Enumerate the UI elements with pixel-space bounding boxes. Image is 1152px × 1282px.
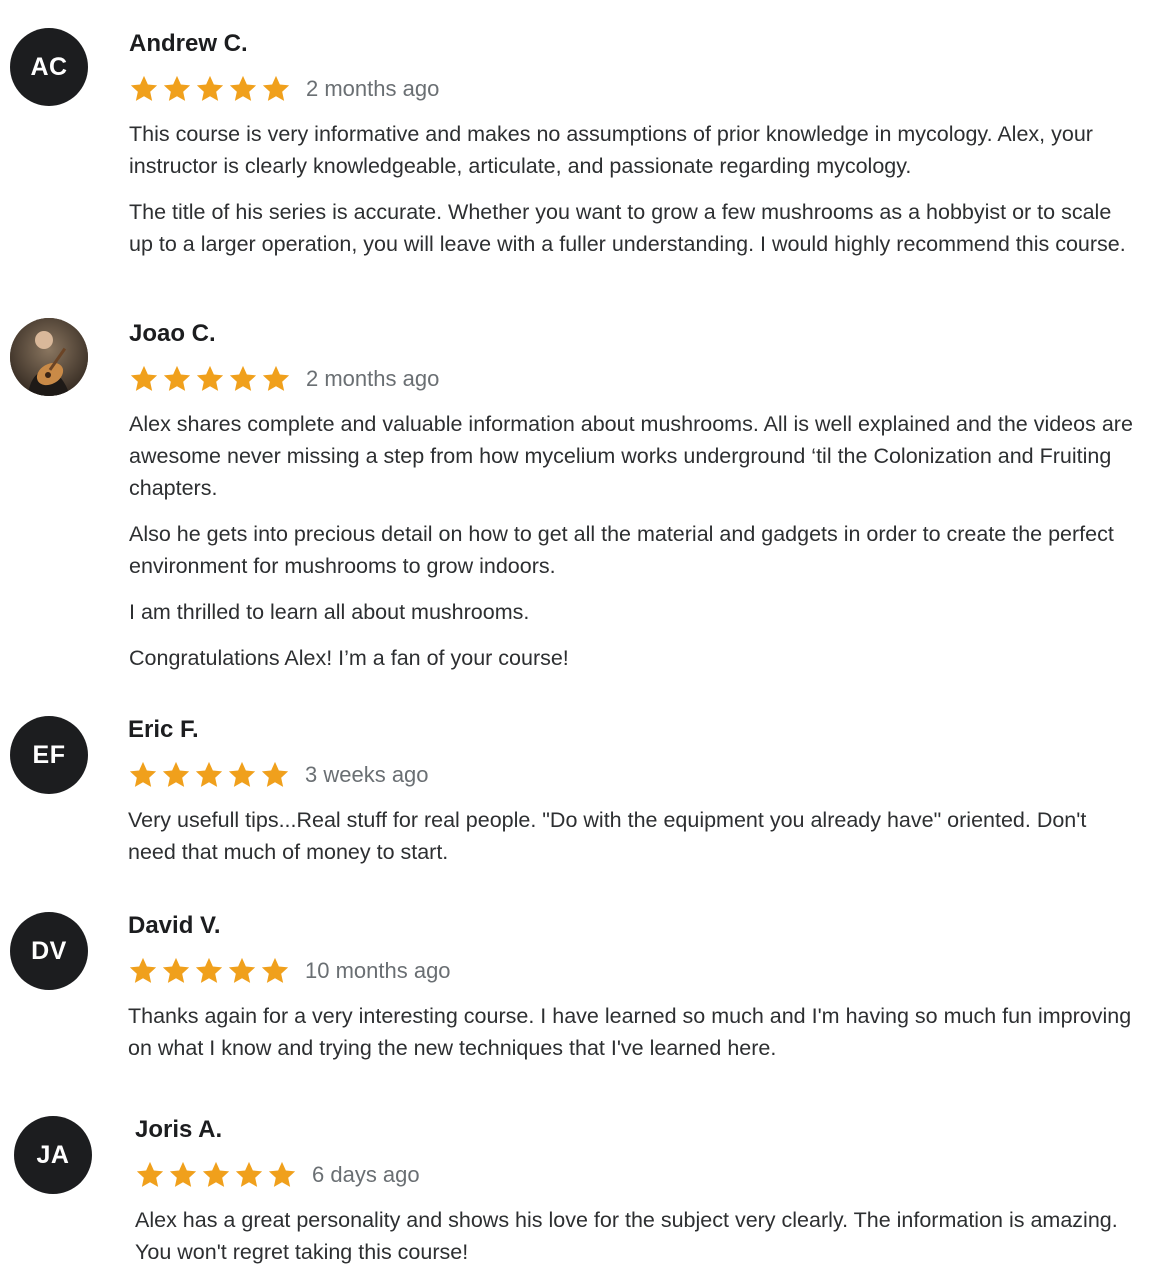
star-rating	[128, 760, 290, 790]
star-icon	[195, 957, 223, 983]
review-time: 2 months ago	[306, 366, 440, 391]
star-icon	[129, 957, 157, 983]
rating-row: 2 months ago	[129, 364, 1134, 394]
review-paragraph: Congratulations Alex! I’m a fan of your …	[129, 646, 569, 670]
star-icon	[130, 365, 158, 391]
star-icon	[202, 1161, 230, 1187]
star-icon	[162, 957, 190, 983]
review-text: Thanks again for a very interesting cour…	[128, 1000, 1133, 1064]
star-icon	[262, 75, 290, 101]
review-time: 2 months ago	[306, 76, 440, 101]
star-icon	[228, 761, 256, 787]
review-time: 10 months ago	[305, 958, 451, 983]
star-icon	[261, 957, 289, 983]
star-icon	[268, 1161, 296, 1187]
star-icon	[228, 957, 256, 983]
review-paragraph: The title of his series is accurate. Whe…	[129, 200, 1126, 256]
star-icon	[169, 1161, 197, 1187]
review-content: Joao C. 2 months ago Alex shares complet…	[129, 320, 1134, 688]
reviewer-name: Eric F.	[128, 716, 199, 743]
review-text: Alex shares complete and valuable inform…	[129, 408, 1134, 674]
review-paragraph: This course is very informative and make…	[129, 122, 1093, 178]
avatar: AC	[10, 28, 88, 106]
star-icon	[163, 365, 191, 391]
star-icon	[129, 761, 157, 787]
star-icon	[163, 75, 191, 101]
reviewer-name: David V.	[128, 912, 221, 939]
star-rating	[129, 74, 291, 104]
review-paragraph: Also he gets into precious detail on how…	[129, 522, 1114, 578]
star-icon	[196, 75, 224, 101]
rating-row: 6 days ago	[135, 1160, 1140, 1190]
star-rating	[135, 1160, 297, 1190]
review-text: Alex has a great personality and shows h…	[135, 1204, 1140, 1268]
star-icon	[162, 761, 190, 787]
star-icon	[261, 761, 289, 787]
star-rating	[129, 364, 291, 394]
review-paragraph: Thanks again for a very interesting cour…	[128, 1004, 1132, 1060]
star-icon	[195, 761, 223, 787]
review-content: Andrew C. 2 months ago This course is ve…	[129, 30, 1134, 274]
review-content: Joris A. 6 days ago Alex has a great per…	[135, 1116, 1140, 1282]
star-icon	[136, 1161, 164, 1187]
review-text: Very usefull tips...Real stuff for real …	[128, 804, 1133, 868]
rating-row: 3 weeks ago	[128, 760, 1133, 790]
star-icon	[229, 75, 257, 101]
review-paragraph: Alex has a great personality and shows h…	[135, 1208, 1118, 1264]
avatar: EF	[10, 716, 88, 794]
star-icon	[196, 365, 224, 391]
reviewer-name: Andrew C.	[129, 30, 248, 57]
avatar: DV	[10, 912, 88, 990]
star-icon	[130, 75, 158, 101]
review-paragraph: Alex shares complete and valuable inform…	[129, 412, 1133, 500]
avatar	[10, 318, 88, 396]
review-content: David V. 10 months ago Thanks again for …	[128, 912, 1133, 1078]
star-rating	[128, 956, 290, 986]
rating-row: 10 months ago	[128, 956, 1133, 986]
review-time: 3 weeks ago	[305, 762, 429, 787]
reviewer-name: Joris A.	[135, 1116, 223, 1143]
review-time: 6 days ago	[312, 1162, 420, 1187]
review-paragraph: I am thrilled to learn all about mushroo…	[129, 600, 530, 624]
review-content: Eric F. 3 weeks ago Very usefull tips...…	[128, 716, 1133, 882]
review-text: This course is very informative and make…	[129, 118, 1134, 260]
reviewer-name: Joao C.	[129, 320, 216, 347]
rating-row: 2 months ago	[129, 74, 1134, 104]
profile-photo-icon	[10, 318, 88, 396]
star-icon	[262, 365, 290, 391]
star-icon	[229, 365, 257, 391]
review-paragraph: Very usefull tips...Real stuff for real …	[128, 808, 1087, 864]
avatar: JA	[14, 1116, 92, 1194]
star-icon	[235, 1161, 263, 1187]
